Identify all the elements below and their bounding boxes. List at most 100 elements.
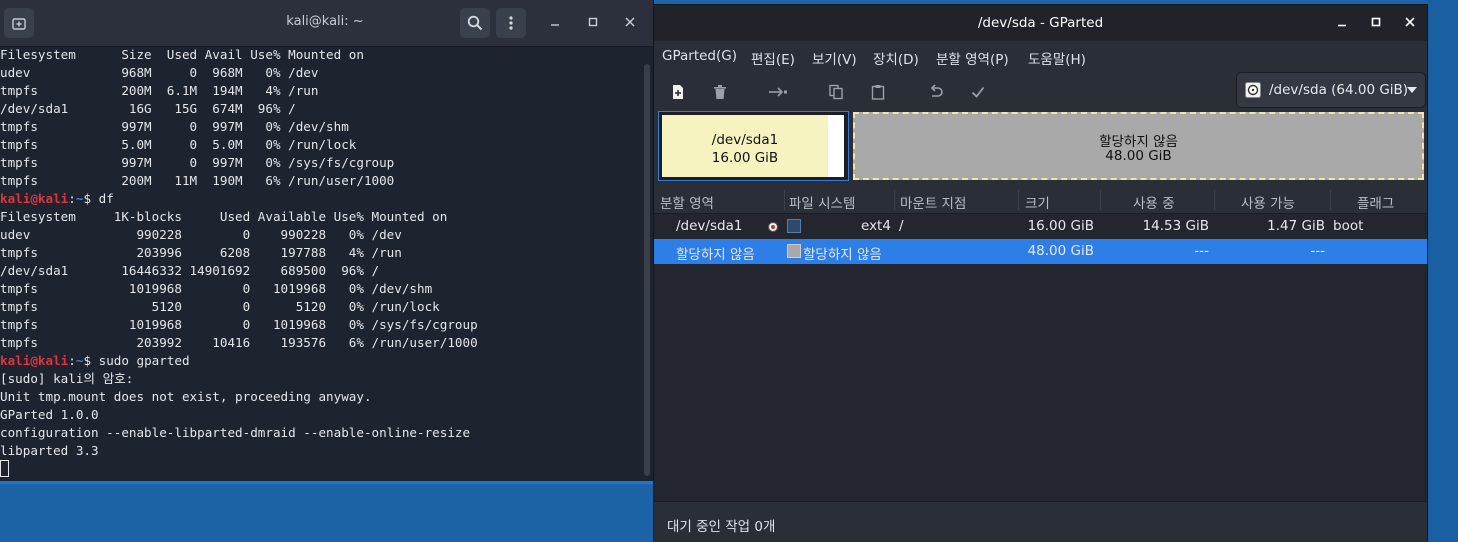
terminal-output-line: tmpfs 203992 10416 193576 6% /run/user/1… — [0, 335, 478, 350]
new-tab-button[interactable] — [4, 8, 34, 38]
menu-device[interactable]: 장치(D) — [873, 48, 919, 68]
paste-button[interactable] — [863, 77, 893, 107]
paste-icon — [871, 85, 885, 100]
terminal-output-line: udev 990228 0 990228 0% /dev — [0, 227, 402, 242]
undo-button[interactable] — [921, 77, 951, 107]
cell-size: 48.00 GiB — [1027, 243, 1094, 259]
delete-partition-button[interactable] — [705, 77, 735, 107]
table-row-unallocated[interactable]: 할당하지 않음 할당하지 않음 48.00 GiB --- --- — [654, 239, 1427, 264]
command-text: sudo gparted — [98, 353, 190, 368]
kebab-menu-icon — [509, 16, 513, 30]
search-button[interactable] — [460, 8, 490, 38]
mounted-lock-icon — [768, 222, 778, 232]
col-size[interactable]: 크기 — [1025, 192, 1050, 212]
terminal-output-line: libparted 3.3 — [0, 443, 99, 458]
close-button[interactable] — [618, 10, 642, 36]
new-icon — [673, 85, 683, 99]
diskmap-unallocated-size: 48.00 GiB — [1105, 148, 1172, 164]
terminal-output-line: tmpfs 997M 0 997M 0% /dev/shm — [0, 119, 349, 134]
terminal-command-line: kali@kali:~$ sudo gparted — [0, 352, 642, 370]
search-icon — [467, 15, 483, 31]
cell-filesystem: ext4 — [861, 218, 891, 234]
col-mountpoint[interactable]: 마운트 지점 — [900, 192, 966, 212]
close-button[interactable] — [1398, 11, 1422, 35]
maximize-button[interactable] — [581, 10, 605, 36]
menu-help[interactable]: 도움말(H) — [1028, 48, 1086, 68]
cell-mountpoint: / — [899, 218, 904, 234]
col-filesystem[interactable]: 파일 시스템 — [789, 192, 855, 212]
col-unused[interactable]: 사용 가능 — [1241, 192, 1295, 212]
diskmap-sda1-free — [828, 115, 844, 177]
menu-partition[interactable]: 분할 영역(P) — [936, 48, 1009, 68]
command-text: df — [98, 191, 114, 206]
terminal-output-line: tmpfs 1019968 0 1019968 0% /sys/fs/cgrou… — [0, 317, 478, 332]
diskmap-sda1-name: /dev/sda1 — [711, 132, 779, 148]
undo-icon — [930, 84, 943, 97]
terminal-output-line: tmpfs 5120 0 5120 0% /run/lock — [0, 299, 440, 314]
terminal-output-line: tmpfs 1019968 0 1019968 0% /dev/shm — [0, 281, 433, 296]
copy-button[interactable] — [821, 77, 851, 107]
cell-partition: /dev/sda1 — [676, 218, 743, 234]
minimize-button[interactable] — [1330, 11, 1354, 35]
resize-move-button[interactable] — [763, 77, 793, 107]
prompt-symbol: $ — [83, 191, 99, 206]
terminal-output-line: /dev/sda1 16446332 14901692 689500 96% / — [0, 263, 380, 278]
text-cursor — [0, 460, 9, 477]
terminal-output-line: [sudo] kali의 암호: — [0, 371, 134, 386]
cell-size: 16.00 GiB — [1027, 218, 1094, 234]
col-partition[interactable]: 분할 영역 — [660, 192, 714, 212]
cell-filesystem: 할당하지 않음 — [803, 247, 882, 263]
minimize-icon — [1338, 24, 1346, 27]
terminal-output-line: Unit tmp.mount does not exist, proceedin… — [0, 389, 372, 404]
apply-button[interactable] — [963, 77, 993, 107]
menu-edit[interactable]: 편집(E) — [751, 48, 795, 68]
prompt-separator: : — [68, 353, 76, 368]
delete-icon — [714, 85, 726, 99]
menu-gparted[interactable]: GParted(G) — [662, 48, 737, 64]
terminal-command-line: kali@kali:~$ df — [0, 190, 642, 208]
chevron-down-icon — [1407, 87, 1417, 93]
terminal-output-line: Filesystem Size Used Avail Use% Mounted … — [0, 47, 364, 62]
table-row-sda1[interactable]: /dev/sda1 ext4 / 16.00 GiB 14.53 GiB 1.4… — [654, 214, 1427, 239]
new-tab-icon — [12, 18, 26, 30]
minimize-icon — [551, 24, 559, 26]
cell-unused: 1.47 GiB — [1267, 218, 1325, 234]
gparted-window: /dev/sda - GParted GParted(G) 편집(E) 보기(V… — [653, 4, 1428, 542]
terminal-scrollbar[interactable] — [644, 64, 650, 476]
terminal-output[interactable]: Filesystem Size Used Avail Use% Mounted … — [0, 46, 642, 478]
window-title: /dev/sda - GParted — [977, 15, 1104, 31]
maximize-button[interactable] — [1364, 11, 1388, 35]
partition-table: 분할 영역 파일 시스템 마운트 지점 크기 사용 중 사용 가능 플래그 /d… — [654, 186, 1427, 510]
terminal-window: kali@kali: ~ Filesystem Size Used Avail … — [0, 0, 654, 484]
cell-partition: 할당하지 않음 — [676, 247, 755, 263]
prompt-user: kali@kali — [0, 191, 69, 206]
menu-view[interactable]: 보기(V) — [812, 48, 857, 68]
pending-operations: 대기 중인 작업 0개 — [667, 519, 776, 535]
filesystem-color-swatch — [787, 244, 801, 258]
prompt-symbol: $ — [83, 353, 99, 368]
col-flags[interactable]: 플래그 — [1357, 192, 1394, 212]
cell-unused: --- — [1310, 243, 1325, 259]
terminal-output-line: /dev/sda1 16G 15G 674M 96% / — [0, 101, 296, 116]
gparted-titlebar: /dev/sda - GParted — [654, 5, 1427, 41]
terminal-output-line: tmpfs 997M 0 997M 0% /sys/fs/cgroup — [0, 155, 395, 170]
device-selector-label: /dev/sda (64.00 GiB) — [1269, 82, 1409, 98]
toolbar: /dev/sda (64.00 GiB) — [654, 71, 1427, 111]
maximize-icon — [1371, 17, 1381, 27]
menu-button[interactable] — [496, 8, 526, 38]
terminal-output-line: tmpfs 200M 11M 190M 6% /run/user/1000 — [0, 173, 395, 188]
device-selector[interactable]: /dev/sda (64.00 GiB) — [1236, 72, 1426, 108]
cell-used: --- — [1194, 243, 1209, 259]
diskmap-sda1[interactable]: /dev/sda1 16.00 GiB — [658, 111, 849, 181]
col-used[interactable]: 사용 중 — [1133, 192, 1175, 212]
maximize-icon — [588, 17, 598, 27]
diskmap-unallocated[interactable]: 할당하지 않음 48.00 GiB — [853, 112, 1424, 180]
close-icon — [625, 17, 635, 27]
minimize-button[interactable] — [543, 10, 567, 36]
terminal-output-line: tmpfs 200M 6.1M 194M 4% /run — [0, 83, 319, 98]
terminal-titlebar: kali@kali: ~ — [0, 0, 653, 47]
status-bar: 대기 중인 작업 0개 — [654, 501, 1427, 542]
disk-map: /dev/sda1 16.00 GiB 할당하지 않음 48.00 GiB — [658, 111, 1426, 183]
new-partition-button[interactable] — [663, 77, 693, 107]
resize-move-icon — [769, 87, 787, 97]
